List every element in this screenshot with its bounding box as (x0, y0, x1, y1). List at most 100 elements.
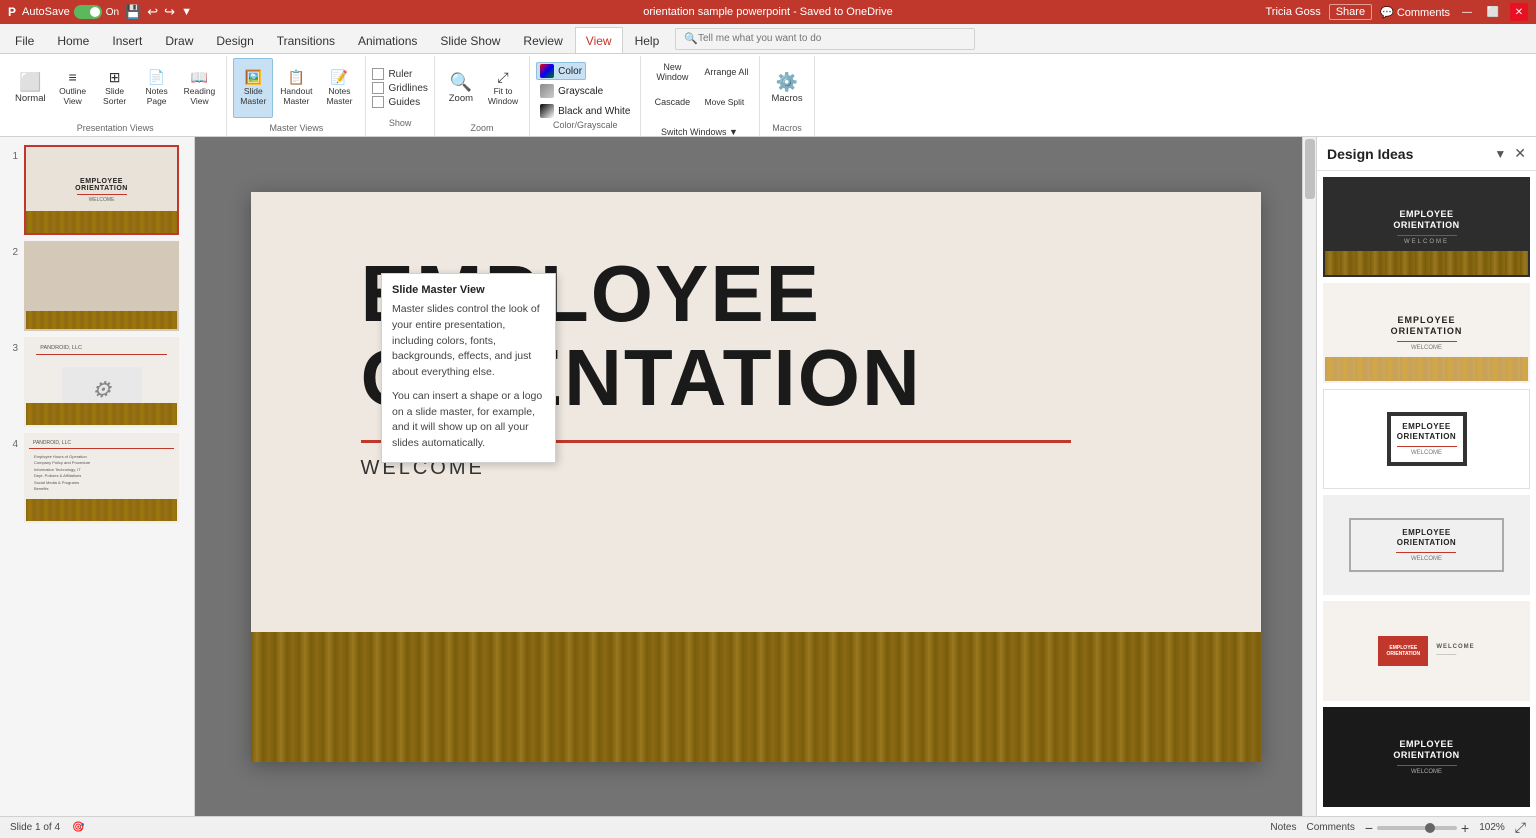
design-idea-5[interactable]: EMPLOYEEORIENTATION WELCOME ———— (1323, 601, 1530, 701)
undo-icon[interactable]: ↩ (147, 4, 158, 20)
reading-view-button[interactable]: 📖 ReadingView (179, 58, 221, 118)
search-bar[interactable]: 🔍 (675, 28, 975, 50)
slide-image-2[interactable] (24, 241, 179, 331)
tab-design[interactable]: Design (205, 27, 264, 53)
ruler-checkbox[interactable]: Ruler (372, 68, 427, 80)
slide-image-3[interactable]: PANDROID, LLC ⚙ (24, 337, 179, 427)
slide-thumbnail-4[interactable]: 4 PANDROID, LLC Employee Hours of Operat… (4, 433, 190, 523)
arrange-all-button[interactable]: Arrange All (699, 58, 753, 86)
notes-page-button[interactable]: 📄 NotesPage (137, 58, 177, 118)
tab-animations[interactable]: Animations (347, 27, 428, 53)
idea-line-6 (1397, 765, 1457, 767)
slide-title-1: EMPLOYEE (75, 178, 128, 185)
new-window-button[interactable]: NewWindow (647, 58, 697, 86)
handout-label: HandoutMaster (280, 86, 312, 106)
zoom-in-icon[interactable]: + (1461, 820, 1469, 836)
notes-master-icon: 📝 (331, 70, 348, 84)
save-icon[interactable]: 💾 (125, 4, 141, 20)
black-white-button[interactable]: Black and White (536, 102, 634, 120)
tab-slideshow[interactable]: Slide Show (429, 27, 511, 53)
ruler-label: Ruler (388, 69, 412, 80)
close-button[interactable]: ✕ (1510, 3, 1528, 21)
reading-icon: 📖 (191, 70, 208, 84)
idea-line-2 (1397, 341, 1457, 343)
share-icon[interactable]: Share (1329, 4, 1372, 20)
color-label: Color/Grayscale (536, 120, 634, 131)
design-idea-1[interactable]: EMPLOYEEORIENTATION WELCOME (1323, 177, 1530, 277)
reading-label: ReadingView (184, 86, 216, 106)
tab-insert[interactable]: Insert (101, 27, 153, 53)
fit-slide-button[interactable]: ⤢ (1515, 819, 1526, 836)
slide-thumbnail-3[interactable]: 3 PANDROID, LLC ⚙ (4, 337, 190, 427)
macros-button[interactable]: ⚙️ Macros (766, 58, 807, 118)
autosave-toggle[interactable]: AutoSave On (22, 5, 119, 19)
restore-button[interactable]: ⬜ (1484, 3, 1502, 21)
zoom-level[interactable]: 102% (1479, 822, 1505, 833)
notes-page-label: NotesPage (146, 86, 168, 106)
comments-button[interactable]: Comments (1306, 822, 1354, 833)
zoom-out-icon[interactable]: − (1365, 820, 1373, 836)
tab-review[interactable]: Review (512, 27, 573, 53)
tab-home[interactable]: Home (46, 27, 100, 53)
design-idea-6[interactable]: EMPLOYEEORIENTATION WELCOME (1323, 707, 1530, 807)
grayscale-button[interactable]: Grayscale (536, 82, 607, 100)
more-icon[interactable]: ▼ (181, 6, 192, 18)
gridlines-check-box (372, 82, 384, 94)
notes-button[interactable]: Notes (1270, 822, 1296, 833)
autosave-switch[interactable] (74, 5, 102, 19)
slide-image-1[interactable]: EMPLOYEE ORIENTATION WELCOME (24, 145, 179, 235)
window-buttons: NewWindow Arrange All Cascade Move Split (647, 58, 753, 146)
search-input[interactable] (698, 33, 966, 44)
move-split-button[interactable]: Move Split (699, 88, 749, 116)
tab-file[interactable]: File (4, 27, 45, 53)
slide-content-4: Employee Hours of Operation Company Poli… (29, 451, 174, 495)
tab-draw[interactable]: Draw (154, 27, 204, 53)
gridlines-label: Gridlines (388, 83, 427, 94)
slide-subtitle-1: ORIENTATION (75, 185, 128, 192)
slide-sorter-button[interactable]: ⊞ SlideSorter (95, 58, 135, 118)
idea-line-1 (1397, 235, 1457, 237)
outline-label: OutlineView (59, 86, 86, 106)
normal-view-button[interactable]: ⬜ Normal (10, 58, 51, 118)
zoom-button[interactable]: 🔍 Zoom (441, 58, 481, 118)
gridlines-checkbox[interactable]: Gridlines (372, 82, 427, 94)
design-panel-close[interactable]: ✕ (1514, 145, 1526, 162)
design-idea-3[interactable]: EMPLOYEEORIENTATION WELCOME (1323, 389, 1530, 489)
tab-help[interactable]: Help (624, 27, 671, 53)
minimize-button[interactable]: — (1458, 3, 1476, 21)
handout-master-button[interactable]: 📋 HandoutMaster (275, 58, 317, 118)
guides-checkbox[interactable]: Guides (372, 96, 427, 108)
scrollbar-thumb-v[interactable] (1305, 139, 1315, 199)
slide-master-button[interactable]: 🖼️ SlideMaster (233, 58, 273, 118)
design-panel-header: Design Ideas ▼ ✕ (1317, 137, 1536, 171)
search-icon: 🔍 (684, 32, 698, 45)
design-panel-dropdown[interactable]: ▼ (1494, 147, 1506, 161)
notes-master-button[interactable]: 📝 NotesMaster (319, 58, 359, 118)
macros-label: Macros (766, 123, 807, 134)
design-idea-2[interactable]: EMPLOYEEORIENTATION WELCOME (1323, 283, 1530, 383)
slide-thumbnail-2[interactable]: 2 (4, 241, 190, 331)
zoom-track[interactable] (1377, 826, 1457, 830)
slide-thumbnail-1[interactable]: 1 EMPLOYEE ORIENTATION WELCOME (4, 145, 190, 235)
zoom-slider[interactable]: − + (1365, 820, 1469, 836)
cascade-label: Cascade (655, 97, 691, 107)
vertical-scrollbar[interactable] (1302, 137, 1316, 816)
fit-to-window-button[interactable]: ⤢ Fit toWindow (483, 58, 523, 118)
tab-transitions[interactable]: Transitions (266, 27, 346, 53)
cascade-button[interactable]: Cascade (647, 88, 697, 116)
slide-sub-1: WELCOME (75, 197, 128, 203)
title-bar-right: Tricia Goss Share 💬 Comments — ⬜ ✕ (1265, 3, 1528, 21)
grayscale-label: Grayscale (558, 86, 603, 97)
idea-inner-3: EMPLOYEEORIENTATION WELCOME (1324, 390, 1529, 488)
sorter-icon: ⊞ (109, 70, 121, 84)
slide-image-4[interactable]: PANDROID, LLC Employee Hours of Operatio… (24, 433, 179, 523)
outline-view-button[interactable]: ≡ OutlineView (53, 58, 93, 118)
redo-icon[interactable]: ↪ (164, 4, 175, 20)
ribbon-content: ⬜ Normal ≡ OutlineView ⊞ SlideSorter 📄 N… (0, 54, 1536, 136)
color-button[interactable]: Color (536, 62, 586, 80)
tab-view[interactable]: View (575, 27, 623, 53)
color-options: Color Grayscale Black and White (536, 58, 634, 120)
comments-icon[interactable]: 💬 Comments (1380, 6, 1450, 19)
design-idea-4[interactable]: EMPLOYEEORIENTATION WELCOME (1323, 495, 1530, 595)
master-view-buttons: 🖼️ SlideMaster 📋 HandoutMaster 📝 NotesMa… (233, 58, 359, 123)
